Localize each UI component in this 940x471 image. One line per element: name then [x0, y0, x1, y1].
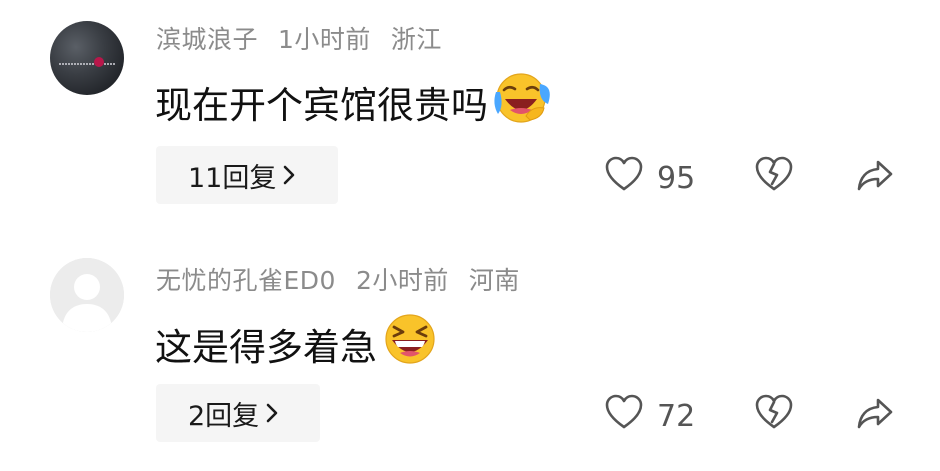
comment-text: 这是得多着急 [155, 312, 439, 375]
share-arrow-icon [856, 160, 894, 196]
broken-heart-icon [755, 394, 793, 434]
comment-body: 这是得多着急 [155, 325, 377, 369]
avatar-mark [94, 57, 104, 67]
heart-icon [605, 394, 643, 438]
reply-button[interactable]: 11回复 [156, 146, 338, 204]
laughing-crying-emoji-icon [492, 70, 550, 133]
comment-meta: 滨城浪子 1小时前 浙江 [156, 20, 462, 56]
avatar[interactable] [50, 258, 124, 332]
share-arrow-icon [856, 398, 894, 434]
chevron-right-icon [265, 402, 279, 424]
comment-meta: 无忧的孔雀ED0 2小时前 河南 [156, 261, 540, 297]
share-button[interactable] [856, 158, 894, 196]
like-button[interactable]: 95 [605, 156, 695, 200]
dislike-button[interactable] [755, 394, 793, 434]
like-count: 72 [657, 398, 696, 434]
username[interactable]: 滨城浪子 [156, 25, 258, 54]
chevron-right-icon [282, 164, 296, 186]
username[interactable]: 无忧的孔雀ED0 [156, 266, 336, 295]
comment-item: 滨城浪子 1小时前 浙江 现在开个宾馆很贵吗 11回复 95 [0, 0, 940, 235]
share-button[interactable] [856, 396, 894, 434]
avatar-caption-decoration [59, 63, 115, 65]
reply-button[interactable]: 2回复 [156, 384, 320, 442]
broken-heart-icon [755, 156, 793, 196]
grinning-squinting-emoji-icon [381, 312, 439, 375]
location: 浙江 [390, 25, 442, 54]
default-user-icon [50, 258, 124, 332]
avatar[interactable] [50, 21, 124, 95]
comment-item: 无忧的孔雀ED0 2小时前 河南 这是得多着急 2回复 72 [0, 236, 940, 471]
like-button[interactable]: 72 [605, 394, 695, 438]
reply-label: 11回复 [188, 162, 277, 194]
timestamp: 2小时前 [355, 266, 449, 295]
location: 河南 [468, 266, 520, 295]
comment-text: 现在开个宾馆很贵吗 [155, 70, 550, 133]
dislike-button[interactable] [755, 156, 793, 196]
timestamp: 1小时前 [278, 25, 371, 54]
heart-icon [605, 156, 643, 200]
like-count: 95 [657, 160, 696, 196]
reply-label: 2回复 [188, 400, 260, 432]
comment-body: 现在开个宾馆很贵吗 [155, 83, 488, 127]
